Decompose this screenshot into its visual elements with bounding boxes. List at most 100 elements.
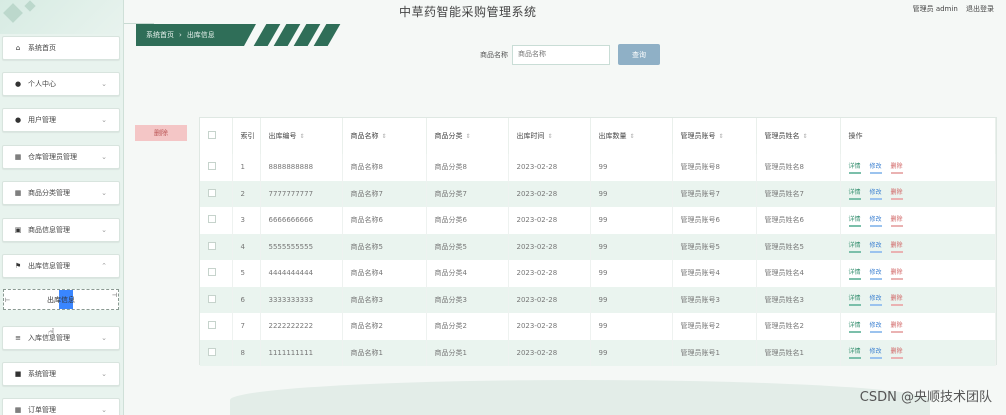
detail-button[interactable]: 详情 xyxy=(848,214,861,227)
row-admin-name: 管理员姓名4 xyxy=(756,260,841,287)
row-quantity: 99 xyxy=(590,339,673,366)
row-checkbox-cell[interactable] xyxy=(200,286,233,313)
table-row: 2 7777777777 商品名称7 商品分类7 2023-02-28 99 管理员账号7 管… xyxy=(200,180,996,207)
sort-icon[interactable]: ⇕ xyxy=(719,133,724,140)
detail-button[interactable]: 详情 xyxy=(848,161,861,174)
chevron-down-icon[interactable]: ⌄ xyxy=(101,370,107,378)
row-checkbox-cell[interactable] xyxy=(200,154,233,181)
row-checkbox[interactable] xyxy=(208,188,216,197)
sidebar-item-0[interactable]: ⌂ 系统首页 xyxy=(2,36,120,60)
col-category[interactable]: 商品分类 ⇕ xyxy=(426,118,509,154)
delete-button[interactable]: 删除 xyxy=(890,267,903,280)
sidebar-item-label: 仓库管理员管理 xyxy=(28,153,77,161)
doc-icon: ▣ xyxy=(14,226,22,234)
edit-button[interactable]: 修改 xyxy=(869,267,882,280)
sidebar-subitem-outbound-info[interactable]: ⊢ 出库信息 ⊣ xyxy=(3,289,119,310)
table-row: 5 4444444444 商品名称4 商品分类4 2023-02-28 99 管理员账号4 管… xyxy=(200,260,996,287)
sidebar-item-7[interactable]: ≡ 入库信息管理 ⌄ xyxy=(2,326,120,350)
chevron-down-icon[interactable]: ⌄ xyxy=(101,189,107,197)
edit-button[interactable]: 修改 xyxy=(869,214,882,227)
col-admin-account[interactable]: 管理员账号 ⇕ xyxy=(672,118,757,154)
edit-button[interactable]: 修改 xyxy=(869,293,882,307)
row-checkbox[interactable] xyxy=(208,215,216,224)
sort-icon[interactable]: ⇕ xyxy=(300,133,305,140)
row-checkbox[interactable] xyxy=(208,241,216,250)
delete-button[interactable]: 删除 xyxy=(890,187,903,201)
edit-button[interactable]: 修改 xyxy=(869,346,882,360)
row-checkbox[interactable] xyxy=(208,347,216,356)
breadcrumb-home[interactable]: 系统首页 xyxy=(146,31,174,39)
detail-button[interactable]: 详情 xyxy=(848,293,861,307)
edit-button[interactable]: 修改 xyxy=(869,187,882,201)
sidebar-item-5[interactable]: ▣ 商品信息管理 ⌄ xyxy=(2,218,120,242)
detail-button[interactable]: 详情 xyxy=(848,187,861,201)
chevron-down-icon[interactable]: ⌄ xyxy=(101,80,107,88)
grid-icon: ▦ xyxy=(14,406,22,414)
chevron-down-icon[interactable]: ⌄ xyxy=(101,406,107,414)
sort-icon[interactable]: ⇕ xyxy=(548,133,553,140)
delete-button[interactable]: 删除 xyxy=(890,346,903,360)
delete-button[interactable]: 删除 xyxy=(890,214,903,227)
delete-button[interactable]: 删除 xyxy=(890,240,903,254)
row-checkbox[interactable] xyxy=(208,294,216,303)
col-quantity-label: 出库数量 xyxy=(598,132,627,140)
col-admin-name[interactable]: 管理员姓名 ⇕ xyxy=(756,118,841,154)
search-input[interactable] xyxy=(512,44,610,65)
sidebar-item-8[interactable]: ■ 系统管理 ⌄ xyxy=(2,362,120,386)
delete-button[interactable]: 删除 xyxy=(890,161,903,174)
edit-button[interactable]: 修改 xyxy=(869,161,882,174)
row-code: 2222222222 xyxy=(260,313,343,340)
detail-button[interactable]: 详情 xyxy=(848,267,861,280)
row-checkbox[interactable] xyxy=(208,162,216,171)
row-category: 商品分类7 xyxy=(426,180,509,207)
row-code: 3333333333 xyxy=(260,286,343,313)
detail-button[interactable]: 详情 xyxy=(848,240,861,254)
sidebar-item-1[interactable]: ● 个人中心 ⌄ xyxy=(2,72,120,96)
select-all-checkbox[interactable] xyxy=(208,131,216,139)
sort-icon[interactable]: ⇕ xyxy=(803,133,808,140)
col-product-name[interactable]: 商品名称 ⇕ xyxy=(342,118,427,154)
sidebar-item-label: 出库信息管理 xyxy=(28,262,70,270)
row-checkbox-cell[interactable] xyxy=(200,180,233,207)
edit-button[interactable]: 修改 xyxy=(869,320,882,333)
row-checkbox-cell[interactable] xyxy=(200,260,233,287)
sort-icon[interactable]: ⇕ xyxy=(382,133,387,140)
sidebar-item-2[interactable]: ● 用户管理 ⌄ xyxy=(2,108,120,132)
row-admin-name: 管理员姓名6 xyxy=(756,207,841,234)
select-all-header[interactable] xyxy=(200,118,233,154)
row-checkbox[interactable] xyxy=(208,321,216,330)
sort-icon[interactable]: ⇕ xyxy=(630,133,635,140)
row-checkbox-cell[interactable] xyxy=(200,207,233,234)
detail-button[interactable]: 详情 xyxy=(848,346,861,360)
logout-link[interactable]: 退出登录 xyxy=(966,5,994,13)
sidebar-item-3[interactable]: ▦ 仓库管理员管理 ⌄ xyxy=(2,145,120,169)
search-button[interactable]: 查询 xyxy=(618,44,660,65)
col-code[interactable]: 出库编号 ⇕ xyxy=(260,118,343,154)
row-checkbox[interactable] xyxy=(208,268,216,277)
row-checkbox-cell[interactable] xyxy=(200,339,233,366)
sidebar-item-9[interactable]: ▦ 订单管理 ⌄ xyxy=(2,398,120,415)
row-checkbox-cell[interactable] xyxy=(200,233,233,260)
grid-icon: ▦ xyxy=(14,153,22,161)
row-index: 7 xyxy=(232,313,261,340)
sidebar-item-6[interactable]: ⚑ 出库信息管理 ⌃ xyxy=(2,254,120,278)
row-time: 2023-02-28 xyxy=(508,154,591,181)
chevron-down-icon[interactable]: ⌄ xyxy=(101,226,107,234)
chevron-up-icon[interactable]: ⌃ xyxy=(101,262,107,270)
chevron-down-icon[interactable]: ⌄ xyxy=(101,153,107,161)
edit-button[interactable]: 修改 xyxy=(869,240,882,254)
delete-button[interactable]: 删除 xyxy=(890,320,903,333)
sort-icon[interactable]: ⇕ xyxy=(466,133,471,140)
col-time[interactable]: 出库时间 ⇕ xyxy=(508,118,591,154)
list-icon: ≡ xyxy=(15,334,21,342)
batch-delete-button[interactable]: 删除 xyxy=(135,125,187,141)
table-row: 1 8888888888 商品名称8 商品分类8 2023-02-28 99 管理员账号8 管… xyxy=(200,154,996,181)
sidebar-item-4[interactable]: ▦ 商品分类管理 ⌄ xyxy=(2,181,120,205)
detail-button[interactable]: 详情 xyxy=(848,320,861,333)
col-quantity[interactable]: 出库数量 ⇕ xyxy=(590,118,673,154)
row-time: 2023-02-28 xyxy=(508,313,591,340)
chevron-down-icon[interactable]: ⌄ xyxy=(101,116,107,124)
row-checkbox-cell[interactable] xyxy=(200,313,233,340)
chevron-down-icon[interactable]: ⌄ xyxy=(101,334,107,342)
delete-button[interactable]: 删除 xyxy=(890,293,903,307)
